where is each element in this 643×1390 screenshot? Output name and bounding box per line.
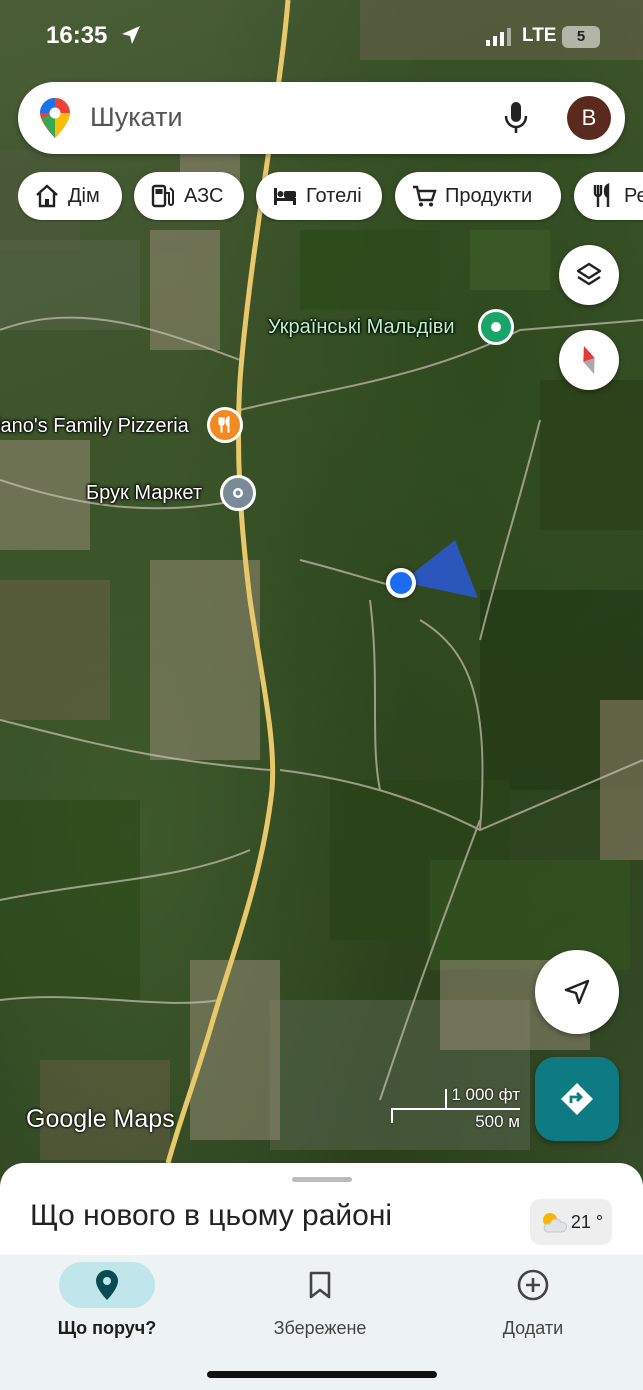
- directions-icon: [561, 1083, 593, 1115]
- location-arrow-icon: [122, 26, 140, 44]
- layers-button[interactable]: [559, 245, 619, 305]
- chip-label: АЗС: [184, 184, 224, 207]
- my-location-button[interactable]: [535, 950, 619, 1034]
- nav-tab-saved[interactable]: Збережене: [220, 1255, 420, 1355]
- sheet-drag-handle[interactable]: [292, 1177, 352, 1182]
- chip-label: Ре: [624, 184, 643, 207]
- home-icon: [36, 184, 58, 208]
- chip-label: Продукти: [445, 184, 533, 207]
- partly-cloudy-icon: [542, 1213, 567, 1233]
- bottom-navigation: Що поруч? Збережене Додати: [0, 1255, 643, 1390]
- signal-icon: [486, 28, 511, 46]
- chip-label: Дім: [68, 184, 100, 207]
- nav-active-pill: [59, 1262, 155, 1308]
- location-pin-icon: [96, 1270, 118, 1300]
- bed-icon: [274, 188, 296, 205]
- compass-icon: [583, 345, 595, 375]
- map-scale: 1 000 фт 500 м: [390, 1085, 530, 1135]
- navigation-arrow-icon: [564, 979, 590, 1005]
- green-pin-icon[interactable]: [478, 309, 514, 345]
- account-avatar[interactable]: B: [567, 96, 611, 140]
- layers-icon: [576, 262, 602, 286]
- chip-label: Готелі: [306, 184, 362, 207]
- store-pin-icon[interactable]: [220, 475, 256, 511]
- place-label-maldives[interactable]: Українські Мальдіви: [268, 316, 455, 339]
- network-type: LTE: [522, 25, 557, 46]
- google-maps-watermark: Google Maps: [26, 1105, 175, 1133]
- category-chips: Дім АЗС Готелі Продукти Ре: [18, 172, 643, 222]
- nav-label-saved: Збережене: [273, 1318, 367, 1338]
- battery-indicator: 5: [562, 26, 600, 48]
- nav-tab-nearby[interactable]: Що поруч?: [7, 1255, 207, 1355]
- directions-button[interactable]: [535, 1057, 619, 1141]
- nav-label-add: Додати: [502, 1318, 564, 1338]
- place-label-market[interactable]: Брук Маркет: [86, 482, 202, 505]
- compass-button[interactable]: [559, 330, 619, 390]
- restaurant-pin-icon[interactable]: [207, 407, 243, 443]
- restaurant-icon: [593, 183, 610, 207]
- bottom-sheet[interactable]: Що нового в цьому районі 21 °: [0, 1163, 643, 1263]
- weather-temp: 21 °: [570, 1211, 604, 1232]
- gas-station-icon: [151, 184, 174, 208]
- chip-restaurants[interactable]: Ре: [574, 172, 643, 220]
- chip-home[interactable]: Дім: [18, 172, 122, 220]
- current-location-dot: [386, 568, 416, 598]
- status-bar: 16:35 LTE 5: [0, 0, 643, 70]
- scale-meters: 500 м: [475, 1112, 520, 1131]
- place-label-pizzeria[interactable]: ciano's Family Pizzeria: [0, 415, 189, 438]
- chip-groceries[interactable]: Продукти: [395, 172, 561, 220]
- bookmark-icon: [309, 1271, 331, 1299]
- nav-label-nearby: Що поруч?: [57, 1318, 157, 1338]
- microphone-icon[interactable]: [504, 102, 528, 134]
- home-indicator: [207, 1371, 437, 1378]
- add-circle-icon: [517, 1269, 549, 1301]
- scale-feet: 1 000 фт: [451, 1085, 520, 1104]
- google-maps-pin-icon: [40, 98, 70, 138]
- search-input[interactable]: Шукати: [90, 102, 183, 133]
- chip-gas[interactable]: АЗС: [134, 172, 244, 220]
- clock: 16:35: [46, 22, 108, 49]
- search-bar[interactable]: Шукати B: [18, 82, 625, 154]
- weather-badge[interactable]: 21 °: [530, 1199, 612, 1245]
- nav-tab-add[interactable]: Додати: [433, 1255, 633, 1355]
- cart-icon: [413, 185, 437, 207]
- chip-hotels[interactable]: Готелі: [256, 172, 382, 220]
- sheet-title: Що нового в цьому районі: [30, 1199, 393, 1232]
